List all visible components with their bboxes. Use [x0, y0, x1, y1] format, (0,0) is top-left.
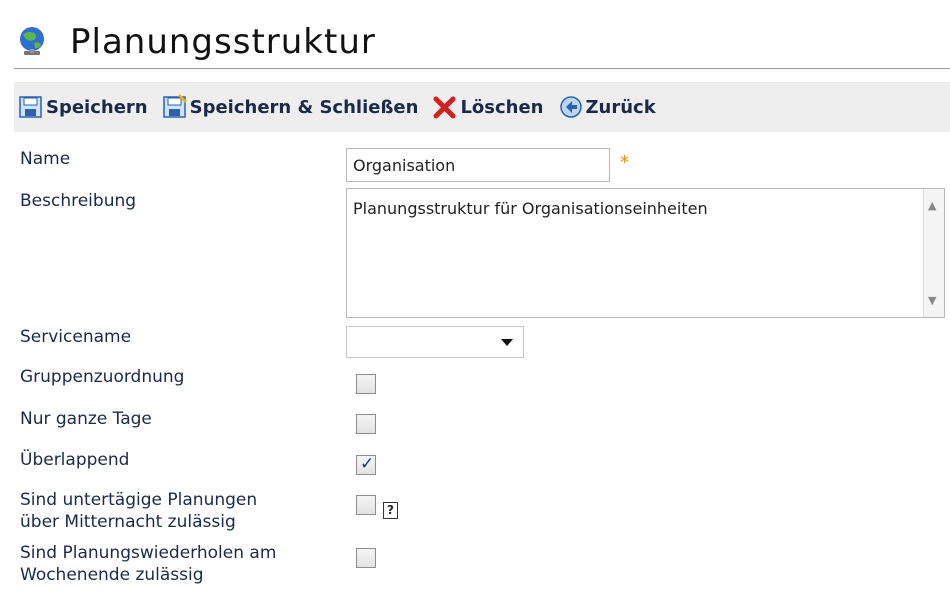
required-marker: * — [620, 152, 629, 173]
page-header: Planungsstruktur — [14, 16, 950, 68]
wochenende-label: Sind Planungswiederholen am Wochenende z… — [20, 542, 276, 586]
back-button-label: Zurück — [585, 96, 656, 118]
checkmark-icon: ✓ — [360, 454, 375, 474]
header-divider — [14, 68, 950, 69]
wochenende-label-line2: Wochenende zulässig — [20, 565, 204, 585]
delete-button-label: Löschen — [460, 96, 544, 118]
save-close-button[interactable]: Speichern & Schließen — [162, 94, 419, 120]
gruppenzuordnung-label: Gruppenzuordnung — [20, 367, 185, 387]
save-close-button-label: Speichern & Schließen — [189, 96, 419, 118]
save-close-icon — [162, 94, 187, 118]
save-icon — [19, 96, 42, 118]
scroll-up-icon[interactable]: ▲ — [928, 199, 936, 212]
beschreibung-text: Planungsstruktur für Organisationseinhei… — [353, 199, 708, 218]
help-icon[interactable]: ? — [383, 502, 398, 519]
servicename-select[interactable] — [346, 326, 524, 358]
save-button[interactable]: Speichern — [18, 94, 148, 120]
save-button-label: Speichern — [46, 96, 148, 118]
scroll-down-icon[interactable]: ▼ — [928, 294, 936, 307]
nur-ganze-tage-checkbox[interactable] — [356, 414, 376, 434]
chevron-down-icon — [501, 339, 513, 346]
textarea-scrollbar[interactable]: ▲ ▼ — [923, 189, 944, 317]
beschreibung-textarea[interactable]: Planungsstruktur für Organisationseinhei… — [346, 188, 945, 318]
wochenende-checkbox[interactable] — [356, 548, 376, 568]
back-button[interactable]: Zurück — [558, 94, 656, 120]
name-input[interactable] — [346, 148, 610, 182]
page: Planungsstruktur Speichern Speichern & S… — [0, 0, 950, 594]
nur-ganze-tage-label: Nur ganze Tage — [20, 409, 152, 429]
untertaegig-label: Sind untertägige Planungen über Mitterna… — [20, 489, 257, 533]
back-icon — [559, 96, 582, 118]
untertaegig-label-line1: Sind untertägige Planungen — [20, 490, 258, 510]
page-title: Planungsstruktur — [70, 22, 376, 62]
wochenende-label-line1: Sind Planungswiederholen am — [20, 543, 277, 563]
delete-icon — [433, 96, 456, 119]
beschreibung-label: Beschreibung — [20, 191, 137, 211]
servicename-label: Servicename — [20, 327, 132, 347]
ueberlappend-label: Überlappend — [20, 450, 130, 470]
gruppenzuordnung-checkbox[interactable] — [356, 374, 376, 394]
untertaegig-label-line2: über Mitternacht zulässig — [20, 512, 236, 532]
globe-icon — [20, 27, 44, 55]
toolbar: Speichern Speichern & Schließen Löschen … — [14, 82, 950, 132]
untertaegig-checkbox[interactable] — [356, 495, 376, 515]
ueberlappend-checkbox[interactable]: ✓ — [356, 454, 376, 475]
delete-button[interactable]: Löschen — [432, 94, 544, 120]
name-label: Name — [20, 149, 71, 169]
